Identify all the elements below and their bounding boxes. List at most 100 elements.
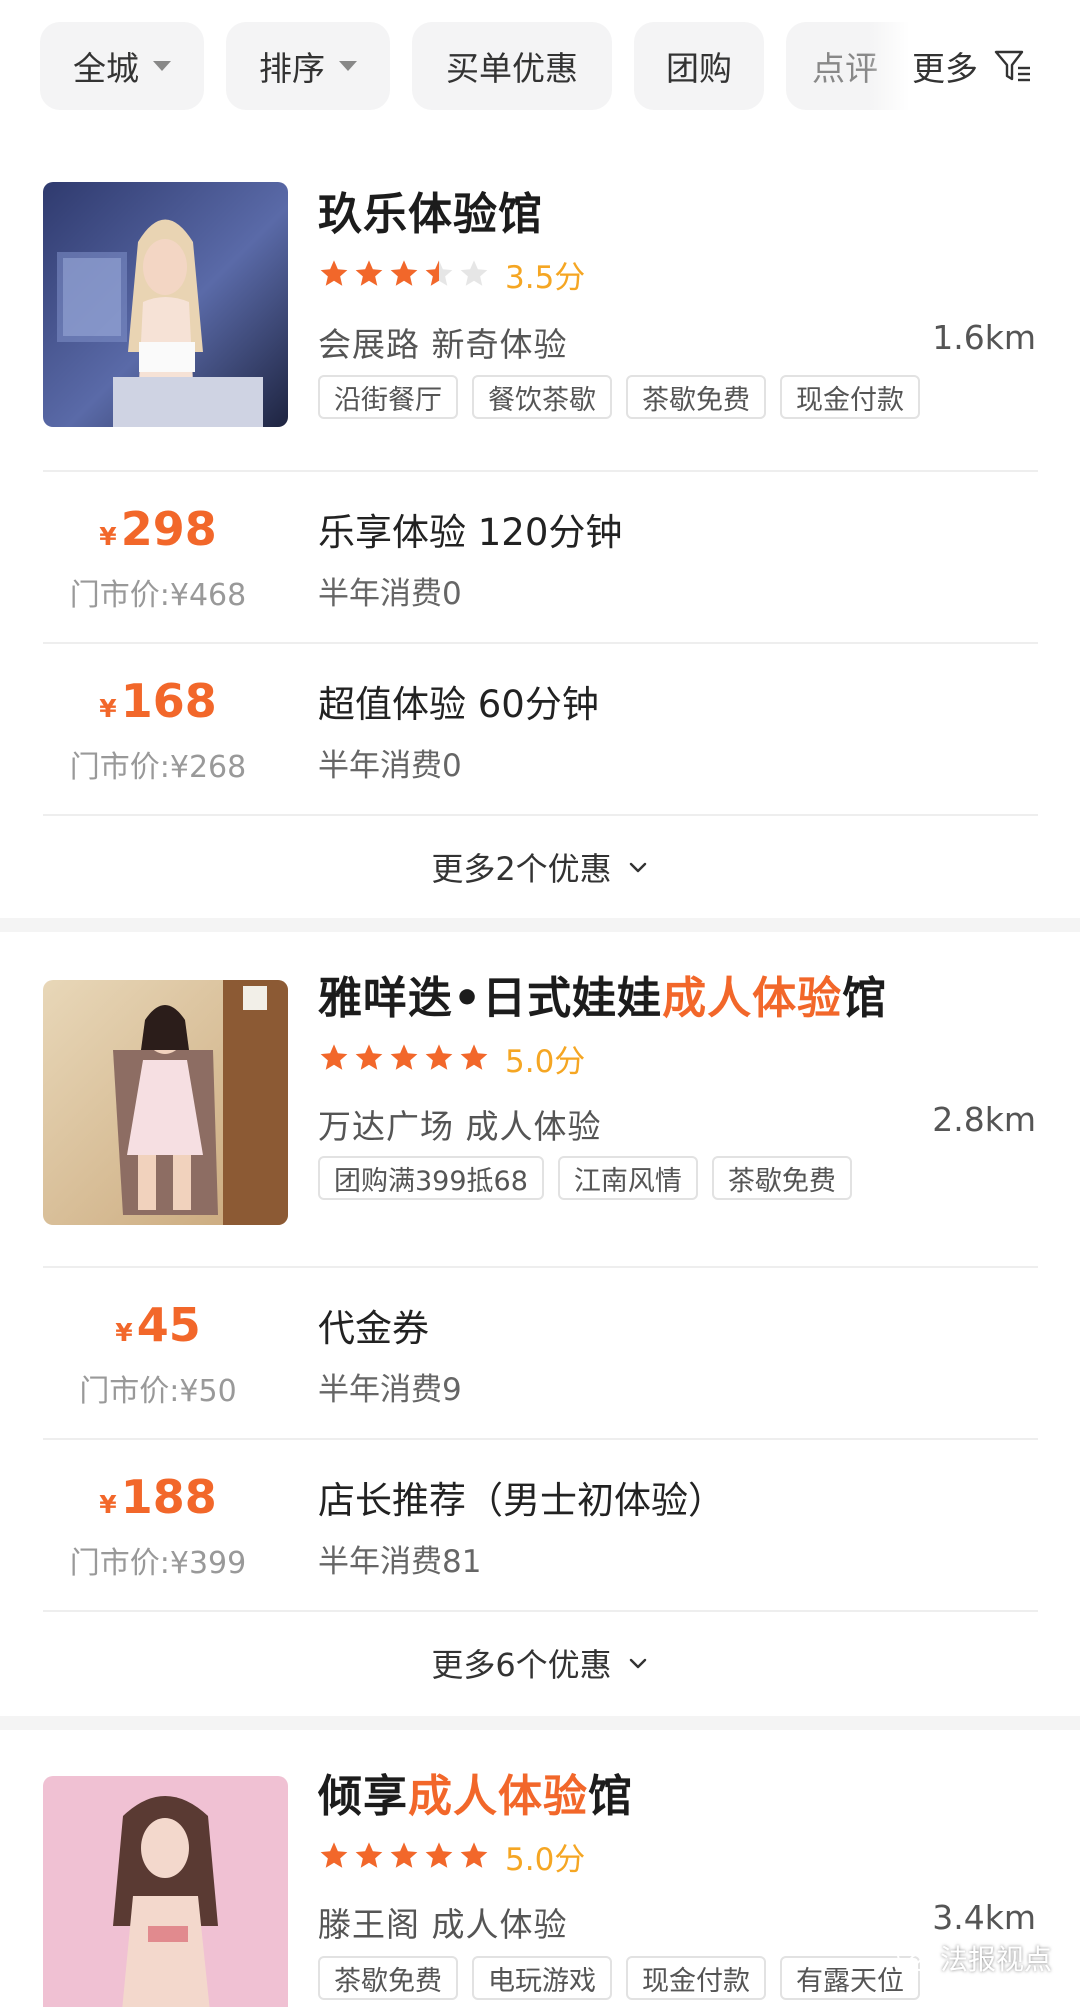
funnel-filter-icon <box>994 50 1030 82</box>
deal-price-value: 188 <box>120 1470 217 1524</box>
filter-pay-discount[interactable]: 买单优惠 <box>412 22 612 110</box>
shop-name[interactable]: 玖乐体验馆 <box>318 178 543 242</box>
star-icon <box>460 1842 488 1868</box>
star-icon <box>425 1842 453 1868</box>
shop-tags: 茶歇免费 电玩游戏 现金付款 有露天位 <box>318 1956 920 2000</box>
star-rating <box>318 258 493 290</box>
star-icon <box>390 1044 418 1070</box>
more-deals-label: 更多2个优惠 <box>431 850 612 888</box>
more-filter-label: 更多 <box>912 49 978 88</box>
shop-tags: 沿街餐厅 餐饮茶歇 茶歇免费 现金付款 <box>318 375 920 419</box>
shop-tag: 餐饮茶歇 <box>472 375 612 419</box>
deal-title: 店长推荐（男士初体验） <box>318 1479 725 1522</box>
shop-thumbnail[interactable] <box>43 1776 288 2007</box>
deal-item[interactable]: ¥298 门市价:¥468 乐享体验 120分钟 半年消费0 <box>43 470 1038 642</box>
watermark-text: 法报视点 <box>940 1943 1053 1976</box>
wechat-icon <box>897 1944 931 1971</box>
yen-symbol: ¥ <box>99 522 117 551</box>
deal-price: ¥298 <box>43 502 273 564</box>
shop-name-highlight: 成人体验 <box>408 1771 588 1822</box>
more-deals-button[interactable]: 更多2个优惠 <box>43 814 1038 918</box>
shop-meta: 会展路 新奇体验 1.6km <box>318 318 1036 366</box>
shop-photo-image <box>43 1776 288 2007</box>
deal-original-price: 门市价:¥399 <box>69 1546 247 1581</box>
deal-price-value: 45 <box>136 1298 201 1352</box>
section-divider <box>0 918 1080 932</box>
shop-thumbnail[interactable] <box>43 980 288 1225</box>
shop-tag: 茶歇免费 <box>711 1156 852 1200</box>
deal-item[interactable]: ¥45 门市价:¥50 代金券 半年消费9 <box>43 1266 1038 1438</box>
deal-price-value: 298 <box>120 502 217 556</box>
filter-bar: 全城 排序 买单优惠 团购 点评 更多 <box>0 0 1080 140</box>
filter-group-buy-label: 团购 <box>666 49 732 88</box>
shop-tag: 现金付款 <box>780 375 920 419</box>
filter-sort[interactable]: 排序 <box>226 22 390 110</box>
shop-card[interactable]: 雅咩迭•日式娃娃成人体验馆 5.0分 万达广场 成人体验 2.8km 团购满39… <box>0 932 1080 1710</box>
filter-group-buy[interactable]: 团购 <box>634 22 764 110</box>
more-deals-button[interactable]: 更多6个优惠 <box>43 1610 1038 1714</box>
shop-tag: 团购满399抵68 <box>318 1156 544 1200</box>
shop-tag: 电玩游戏 <box>472 1956 612 2000</box>
shop-rating: 5.0分 <box>318 1836 585 1878</box>
shop-name-highlight: 成人体验 <box>662 973 843 1024</box>
deal-item[interactable]: ¥168 门市价:¥268 超值体验 60分钟 半年消费0 <box>43 642 1038 814</box>
star-icon <box>425 1044 453 1070</box>
deal-price: ¥45 <box>43 1298 273 1360</box>
shop-name-part-2: 馆 <box>842 973 888 1024</box>
deal-sold-count: 半年消费9 <box>318 1372 462 1408</box>
shop-name-part-1: 倾享 <box>318 1771 408 1822</box>
filter-sort-label: 排序 <box>259 49 325 88</box>
star-icon <box>320 1842 348 1868</box>
shop-tag: 茶歇免费 <box>626 375 766 419</box>
score-text: 3.5分 <box>505 259 586 296</box>
yen-symbol: ¥ <box>99 694 117 723</box>
shop-thumbnail[interactable] <box>43 182 288 427</box>
star-icon <box>460 260 488 286</box>
watermark: 法报视点 <box>896 1938 1052 1978</box>
yen-symbol: ¥ <box>99 1490 117 1519</box>
star-icon <box>460 1044 488 1070</box>
deal-sold-count: 半年消费0 <box>318 748 462 784</box>
shop-area: 会展路 新奇体验 <box>318 325 568 364</box>
deal-price: ¥188 <box>43 1470 273 1532</box>
chevron-down-icon <box>629 862 646 873</box>
yen-symbol: ¥ <box>115 1318 133 1347</box>
more-filter-button[interactable]: 更多 <box>912 22 1080 110</box>
shop-card[interactable]: 玖乐体验馆 3.5分 会展路 新奇体验 1.6km 沿街餐厅 餐饮茶歇 茶歇免费… <box>0 140 1080 918</box>
deal-price-value: 168 <box>120 674 217 728</box>
deal-price: ¥168 <box>43 674 273 736</box>
chevron-down-icon <box>629 1658 646 1669</box>
shop-rating: 3.5分 <box>318 254 586 296</box>
section-divider <box>0 1716 1080 1730</box>
shop-tags: 团购满399抵68 江南风情 茶歇免费 <box>318 1156 852 1200</box>
deal-item[interactable]: ¥188 门市价:¥399 店长推荐（男士初体验） 半年消费81 <box>43 1438 1038 1610</box>
deal-price-block: ¥45 门市价:¥50 <box>43 1298 273 1410</box>
shop-meta: 万达广场 成人体验 2.8km <box>318 1100 1036 1148</box>
star-icon <box>425 260 453 286</box>
shop-name-part-2: 馆 <box>588 1771 633 1822</box>
star-icon <box>320 1044 348 1070</box>
shop-rating: 5.0分 <box>318 1038 585 1080</box>
shop-name[interactable]: 雅咩迭•日式娃娃成人体验馆 <box>318 962 887 1026</box>
star-icon <box>390 1842 418 1868</box>
shop-distance: 2.8km <box>932 1100 1036 1139</box>
deal-price-block: ¥298 门市价:¥468 <box>43 502 273 614</box>
shop-photo-image <box>43 182 288 427</box>
deal-title: 代金券 <box>318 1307 429 1350</box>
shop-name-part-1: 雅咩迭•日式娃娃 <box>318 973 663 1024</box>
star-icon <box>355 1842 383 1868</box>
caret-down-icon <box>153 61 171 71</box>
deal-sold-count: 半年消费81 <box>318 1544 482 1580</box>
star-rating <box>318 1042 493 1074</box>
shop-area: 万达广场 成人体验 <box>318 1107 602 1146</box>
filter-city[interactable]: 全城 <box>40 22 204 110</box>
shop-tag: 现金付款 <box>626 1956 766 2000</box>
filter-pay-discount-label: 买单优惠 <box>446 49 578 88</box>
star-icon <box>355 1044 383 1070</box>
deal-price-block: ¥168 门市价:¥268 <box>43 674 273 786</box>
deal-sold-count: 半年消费0 <box>318 576 462 612</box>
shop-tag: 江南风情 <box>557 1156 698 1200</box>
shop-name[interactable]: 倾享成人体验馆 <box>318 1760 633 1824</box>
shop-distance: 1.6km <box>932 318 1036 357</box>
deal-price-block: ¥188 门市价:¥399 <box>43 1470 273 1582</box>
